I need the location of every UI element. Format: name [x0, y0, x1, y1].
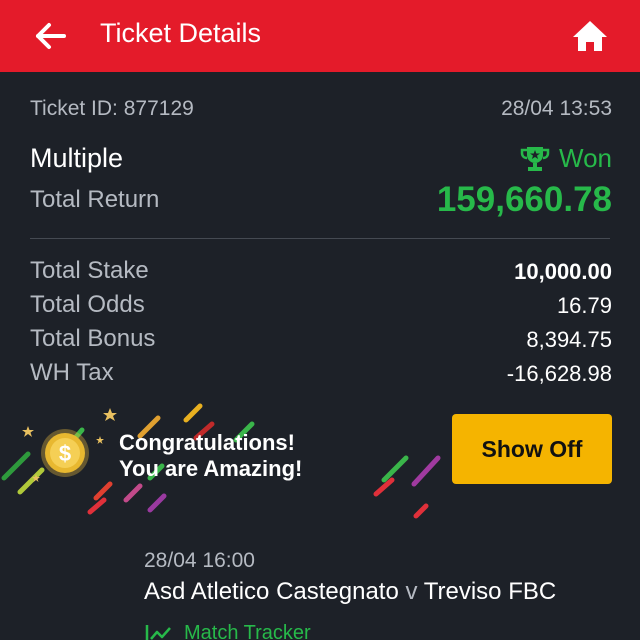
- congrats-line-2: You are Amazing!: [119, 456, 303, 481]
- coin-symbol: $: [59, 441, 71, 466]
- total-return-label: Total Return: [30, 186, 160, 213]
- away-team: Treviso FBC: [423, 578, 557, 605]
- summary-row-tax: WH Tax -16,628.98: [30, 359, 612, 393]
- ticket-id: Ticket ID: 877129: [30, 97, 194, 120]
- bet-type: Multiple: [30, 143, 124, 173]
- status-badge: Won: [519, 143, 612, 174]
- header-bar: Ticket Details: [0, 0, 640, 72]
- congrats-text: Congratulations! You are Amazing!: [119, 430, 302, 482]
- coin-icon: $: [40, 428, 90, 478]
- arrow-left-icon[interactable]: [30, 16, 70, 56]
- chart-line-icon: [145, 624, 171, 640]
- trophy-icon: [520, 146, 550, 171]
- congrats-line-1: Congratulations!: [119, 430, 295, 455]
- summary-row-stake: Total Stake 10,000.00: [30, 257, 612, 291]
- summary-row-odds: Total Odds 16.79: [30, 291, 612, 325]
- summary-value: -16,628.98: [506, 361, 612, 386]
- page-title: Ticket Details: [100, 18, 262, 48]
- summary-label: Total Stake: [30, 257, 149, 284]
- match-name: Asd Atletico Castegnato v Treviso FBC: [144, 578, 556, 606]
- show-off-button[interactable]: Show Off: [452, 414, 612, 484]
- match-tracker-link[interactable]: Match Tracker: [144, 622, 311, 640]
- divider: [30, 238, 610, 239]
- summary-value: 16.79: [556, 293, 612, 318]
- summary-value: 10,000.00: [514, 259, 612, 284]
- home-team: Asd Atletico Castegnato: [144, 578, 399, 605]
- total-return-value: 159,660.78: [436, 180, 612, 219]
- summary-label: Total Bonus: [30, 325, 156, 352]
- home-icon[interactable]: [568, 16, 612, 56]
- summary-label: Total Odds: [30, 291, 145, 318]
- versus-separator: v: [405, 578, 418, 605]
- summary-label: WH Tax: [30, 359, 114, 386]
- status-label: Won: [559, 143, 612, 173]
- match-tracker-label: Match Tracker: [184, 622, 311, 640]
- summary-value: 8,394.75: [526, 327, 612, 352]
- ticket-date: 28/04 13:53: [501, 97, 612, 120]
- summary-row-bonus: Total Bonus 8,394.75: [30, 325, 612, 359]
- match-date: 28/04 16:00: [144, 549, 255, 572]
